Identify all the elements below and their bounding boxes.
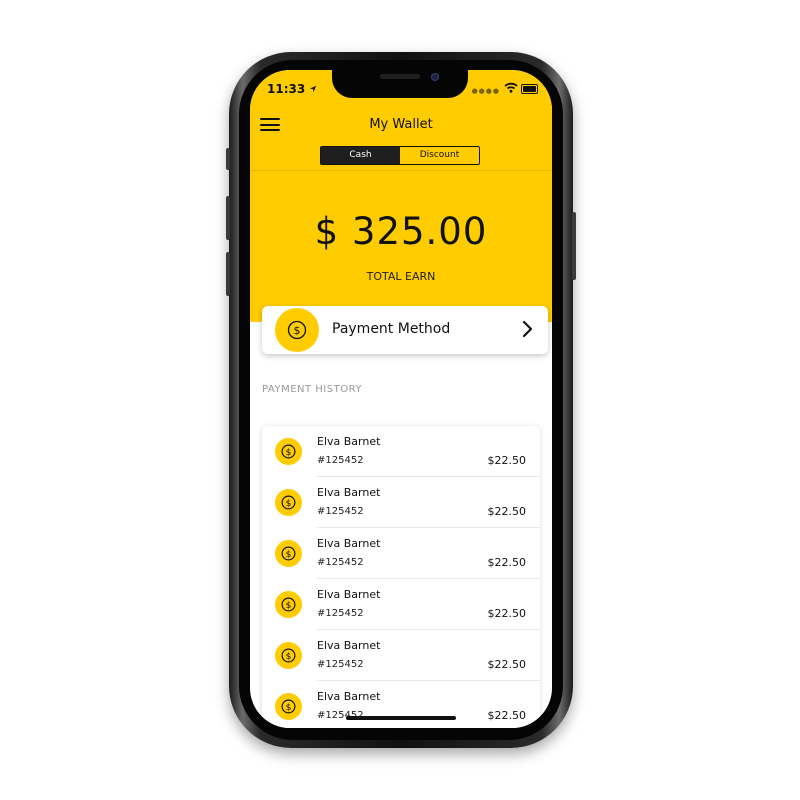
home-indicator[interactable] (346, 716, 456, 720)
dollar-coin-icon: $ (275, 308, 319, 352)
transaction-amount: $22.50 (487, 454, 527, 467)
power-button (572, 212, 576, 280)
chevron-right-icon (522, 320, 533, 338)
volume-up-button (226, 196, 230, 240)
history-row[interactable]: $ Elva Barnet #125452 $22.50 (262, 630, 540, 681)
history-row[interactable]: $ Elva Barnet #125452 $22.50 (262, 477, 540, 528)
payment-history-heading: PAYMENT HISTORY (262, 384, 362, 395)
speaker (380, 74, 420, 79)
transaction-id: #125452 (317, 557, 364, 568)
dollar-coin-icon: $ (275, 489, 302, 516)
transaction-id: #125452 (317, 455, 364, 466)
transaction-amount: $22.50 (487, 709, 527, 722)
svg-text:$: $ (286, 652, 292, 662)
transaction-amount: $22.50 (487, 658, 527, 671)
payment-history-list: $ Elva Barnet #125452 $22.50 $ Elva Barn… (262, 426, 540, 728)
transaction-amount: $22.50 (487, 556, 527, 569)
svg-text:$: $ (286, 448, 292, 458)
notch (332, 70, 468, 98)
transaction-id: #125452 (317, 608, 364, 619)
silent-switch (226, 148, 230, 170)
dollar-coin-icon: $ (275, 438, 302, 465)
transaction-id: #125452 (317, 659, 364, 670)
volume-down-button (226, 252, 230, 296)
tab-cash[interactable]: Cash (321, 147, 400, 164)
front-camera (431, 73, 439, 81)
payer-name: Elva Barnet (317, 588, 381, 601)
payer-name: Elva Barnet (317, 435, 381, 448)
history-row[interactable]: $ Elva Barnet #125452 $22.50 (262, 528, 540, 579)
dollar-coin-icon: $ (275, 540, 302, 567)
payer-name: Elva Barnet (317, 690, 381, 703)
tab-discount[interactable]: Discount (400, 147, 479, 164)
location-arrow-icon (310, 85, 317, 93)
status-time: 11:33 (267, 82, 317, 96)
svg-text:$: $ (294, 324, 301, 337)
dollar-coin-icon: $ (275, 591, 302, 618)
transaction-amount: $22.50 (487, 505, 527, 518)
payer-name: Elva Barnet (317, 486, 381, 499)
battery-icon (521, 84, 538, 94)
wifi-icon (504, 82, 518, 93)
balance-amount: $ 325.00 (314, 210, 488, 253)
transaction-id: #125452 (317, 506, 364, 517)
segmented-control: Cash Discount (320, 146, 480, 165)
dollar-coin-icon: $ (275, 642, 302, 669)
payer-name: Elva Barnet (317, 537, 381, 550)
svg-text:$: $ (286, 499, 292, 509)
history-row[interactable]: $ Elva Barnet #125452 $22.50 (262, 579, 540, 630)
svg-text:$: $ (286, 550, 292, 560)
header-background (250, 70, 552, 322)
app-screen: 11:33 ●●●● My Wallet Cash Discount $ 325… (250, 70, 552, 728)
dollar-coin-icon: $ (275, 693, 302, 720)
balance-label: TOTAL EARN (366, 270, 436, 283)
header-divider (250, 170, 552, 171)
payment-method-label: Payment Method (332, 321, 451, 337)
payer-name: Elva Barnet (317, 639, 381, 652)
page-title: My Wallet (369, 117, 433, 132)
svg-text:$: $ (286, 703, 292, 713)
payment-method-button[interactable]: $ Payment Method (262, 306, 548, 354)
svg-text:$: $ (286, 601, 292, 611)
signal-icon: ●●●● (471, 87, 500, 95)
history-row[interactable]: $ Elva Barnet #125452 $22.50 (262, 426, 540, 477)
transaction-amount: $22.50 (487, 607, 527, 620)
history-row[interactable]: $ Elva Barnet #125452 $22.50 (262, 681, 540, 728)
